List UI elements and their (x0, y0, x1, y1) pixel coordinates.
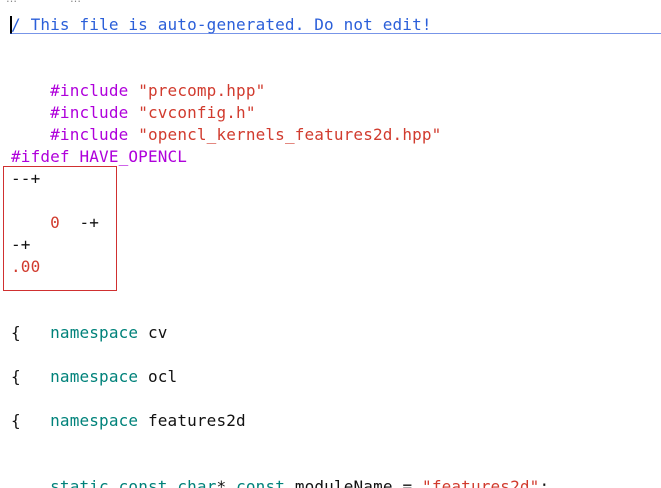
char-type: char (177, 477, 217, 488)
namespace-name: cv (147, 323, 168, 342)
namespace-keyword: namespace (50, 411, 139, 430)
code-line-18[interactable]: namespace features2d (11, 388, 246, 430)
code-line-5[interactable]: #include "opencl_kernels_features2d.hpp" (11, 102, 441, 144)
red-annotation-box (3, 166, 117, 291)
pointer-star: * (216, 477, 227, 488)
namespace-name: features2d (147, 411, 246, 430)
code-line-4[interactable]: #include "cvconfig.h" (11, 80, 256, 122)
code-line-14[interactable]: namespace cv (11, 300, 168, 342)
variable-name: moduleName (294, 477, 393, 488)
code-line-15[interactable]: { (11, 322, 21, 344)
namespace-keyword: namespace (50, 323, 139, 342)
const-keyword-2: const (236, 477, 286, 488)
code-line-17[interactable]: { (11, 366, 21, 388)
namespace-keyword: namespace (50, 367, 139, 386)
assign-operator: = (402, 477, 413, 488)
namespace-name: ocl (147, 367, 178, 386)
code-line-19[interactable]: { (11, 410, 21, 432)
static-keyword: static (50, 477, 109, 488)
code-line-3[interactable]: #include "precomp.hpp" (11, 58, 265, 100)
string-literal: "features2d" (422, 477, 540, 488)
const-keyword: const (118, 477, 168, 488)
semicolon: ; (539, 477, 550, 488)
code-editor[interactable]: / This file is auto-generated. Do not ed… (0, 0, 661, 488)
code-line-21[interactable]: static const char* const moduleName = "f… (11, 454, 549, 488)
code-line-7[interactable]: #ifdef HAVE_OPENCL (11, 146, 187, 168)
include-path: "opencl_kernels_features2d.hpp" (138, 125, 442, 144)
code-line-16[interactable]: namespace ocl (11, 344, 177, 386)
include-directive: #include (50, 125, 129, 144)
code-line-1[interactable]: / This file is auto-generated. Do not ed… (11, 14, 432, 36)
